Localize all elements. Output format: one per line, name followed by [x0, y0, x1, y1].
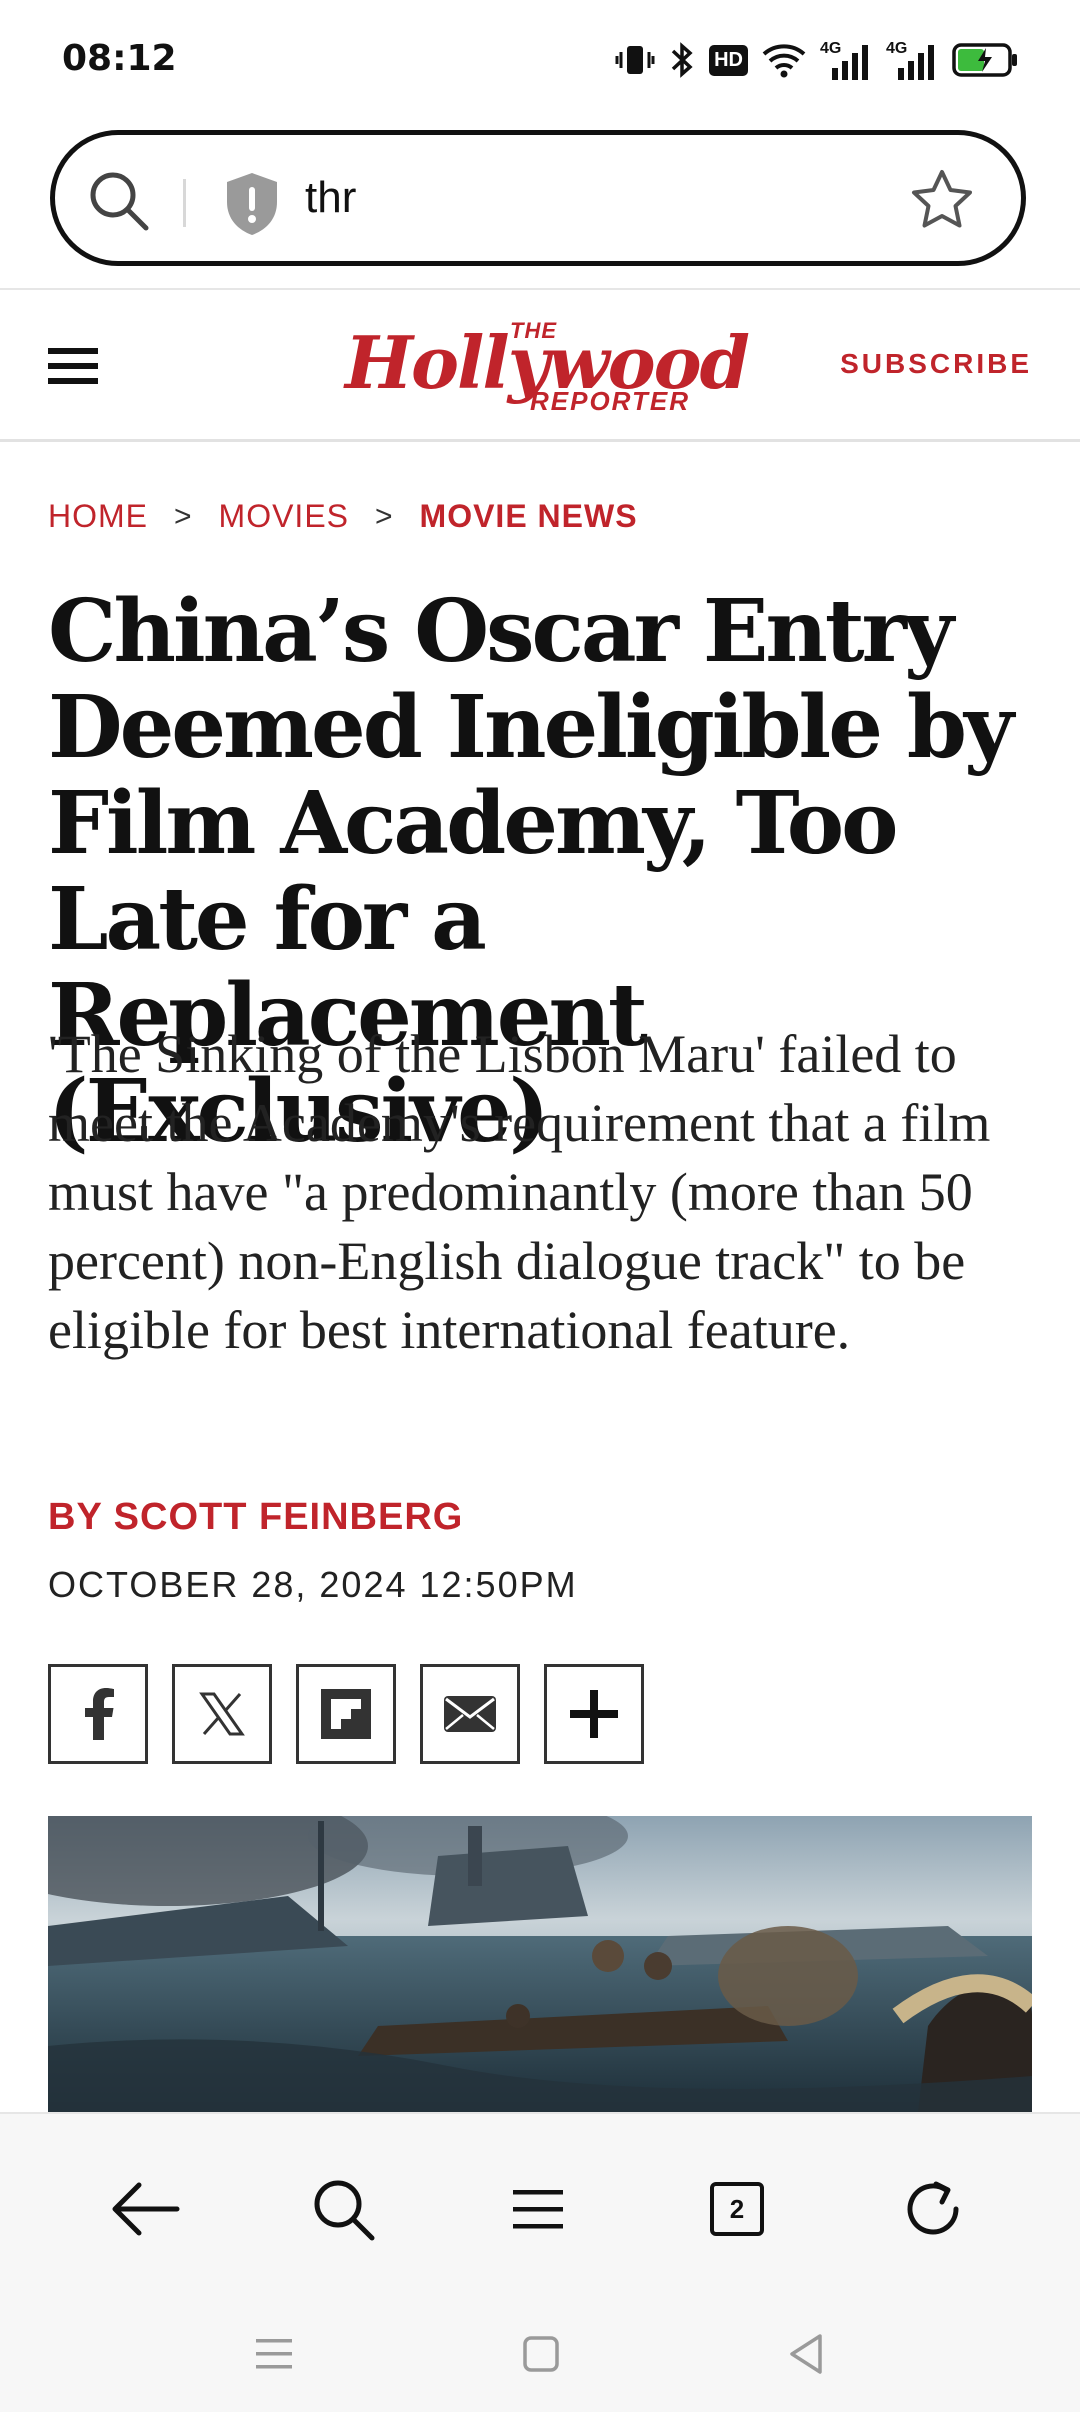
tab-count: 2 [729, 2193, 745, 2224]
article-date: OCTOBER 28, 2024 12:50PM [48, 1564, 578, 1605]
tabs-icon: 2 [710, 2182, 764, 2236]
flipboard-share-button[interactable] [296, 1664, 396, 1764]
status-bar: 08:12 HD 4G 4G [0, 0, 1080, 120]
system-back-button[interactable] [776, 2324, 836, 2384]
share-buttons [48, 1664, 644, 1764]
back-arrow-icon [112, 2182, 180, 2236]
site-header: Hollywood THE REPORTER SUBSCRIBE [0, 288, 1080, 442]
hero-scene [48, 1816, 1032, 2112]
hamburger-menu-icon[interactable] [48, 344, 98, 388]
back-button[interactable] [100, 2164, 190, 2254]
breadcrumb-separator: > [375, 499, 394, 533]
star-icon[interactable] [909, 167, 975, 233]
signal-4g-icon: 4G [820, 40, 872, 80]
search-icon [314, 2180, 375, 2241]
article-hero-image[interactable] [48, 1816, 1032, 2112]
status-time: 08:12 [62, 38, 177, 79]
recents-icon [256, 2339, 292, 2369]
battery-charging-icon [952, 43, 1017, 77]
back-icon [790, 2334, 822, 2374]
search-icon[interactable] [85, 167, 151, 233]
home-icon [523, 2336, 559, 2372]
signal-4g-icon: 4G [886, 40, 938, 80]
email-share-button[interactable] [420, 1664, 520, 1764]
email-icon [444, 1696, 496, 1732]
home-button[interactable] [511, 2324, 571, 2384]
hd-icon: HD [709, 44, 748, 76]
site-logo[interactable]: Hollywood THE REPORTER [345, 318, 750, 418]
menu-button[interactable] [493, 2164, 583, 2254]
logo-the: THE [510, 318, 557, 343]
address-divider [183, 179, 186, 227]
tabs-button[interactable]: 2 [692, 2164, 782, 2254]
plus-icon [570, 1690, 618, 1738]
browser-toolbar: 2 [0, 2112, 1080, 2412]
reload-icon [907, 2181, 959, 2235]
address-text[interactable]: thr [305, 173, 356, 223]
status-icons: HD 4G 4G [615, 40, 1018, 80]
address-bar[interactable]: thr [50, 130, 1026, 266]
menu-icon [513, 2190, 563, 2229]
x-share-button[interactable] [172, 1664, 272, 1764]
breadcrumb-movie-news[interactable]: MOVIE NEWS [420, 498, 638, 535]
shield-warning-icon[interactable] [223, 171, 281, 237]
recents-button[interactable] [244, 2324, 304, 2384]
breadcrumb-home[interactable]: HOME [48, 498, 148, 535]
flipboard-icon [321, 1689, 371, 1739]
facebook-share-button[interactable] [48, 1664, 148, 1764]
bluetooth-icon [671, 42, 693, 78]
reload-button[interactable] [888, 2164, 978, 2254]
subscribe-link[interactable]: SUBSCRIBE [840, 348, 1032, 380]
logo-reporter: REPORTER [530, 386, 690, 416]
x-icon [199, 1692, 245, 1736]
breadcrumb: HOME > MOVIES > MOVIE NEWS [48, 498, 638, 535]
vibrate-icon [615, 46, 655, 74]
facebook-icon [85, 1688, 114, 1740]
wifi-icon [762, 44, 806, 78]
article-dek: 'The Sinking of the Lisbon Maru' failed … [48, 1024, 991, 1360]
breadcrumb-movies[interactable]: MOVIES [219, 498, 349, 535]
hd-label: HD [709, 44, 748, 76]
article-byline[interactable]: BY SCOTT FEINBERG [48, 1496, 463, 1539]
breadcrumb-separator: > [174, 499, 193, 533]
toolbar-search-button[interactable] [298, 2164, 388, 2254]
more-share-button[interactable] [544, 1664, 644, 1764]
